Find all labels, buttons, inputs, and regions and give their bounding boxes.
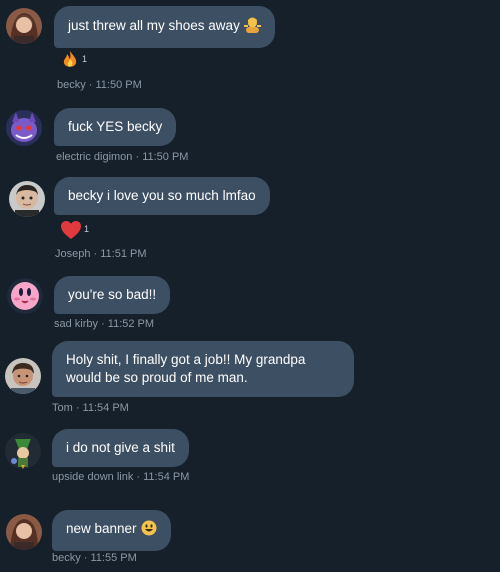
red-heart-icon	[60, 220, 82, 245]
message-text: new banner	[66, 521, 137, 536]
message-text: fuck YES becky	[68, 119, 163, 134]
message-bubble[interactable]: you're so bad!!	[54, 276, 171, 314]
message-meta: sad kirby · 11:52 PM	[54, 318, 155, 330]
message-meta: becky · 11:50 PM	[57, 79, 142, 91]
avatar[interactable]	[6, 110, 42, 146]
message-text: just threw all my shoes away	[68, 18, 240, 33]
reaction[interactable]: 1	[60, 50, 87, 75]
reaction-count: 1	[84, 224, 90, 234]
grinning-face-icon	[141, 520, 157, 541]
message-bubble[interactable]: becky i love you so much lmfao	[54, 177, 270, 215]
message-bubble[interactable]: i do not give a shit	[52, 429, 189, 467]
message-bubble[interactable]: Holy shit, I finally got a job!! My gran…	[52, 341, 354, 397]
message-bubble[interactable]: fuck YES becky	[54, 108, 177, 146]
fire-icon	[60, 50, 80, 75]
message-meta: upside down link · 11:54 PM	[52, 471, 190, 483]
message-bubble[interactable]: just threw all my shoes away	[54, 6, 275, 48]
message-meta: Joseph · 11:51 PM	[55, 248, 147, 260]
message-bubble[interactable]: new banner	[52, 510, 171, 551]
avatar[interactable]	[9, 181, 45, 217]
avatar[interactable]	[5, 358, 41, 394]
message-meta: becky · 11:55 PM	[52, 552, 137, 564]
reaction[interactable]: 1	[60, 220, 89, 245]
person-shrugging-icon	[243, 16, 261, 38]
message-meta: electric digimon · 11:50 PM	[56, 151, 189, 163]
reaction-count: 1	[82, 54, 88, 64]
avatar[interactable]	[7, 278, 43, 314]
message-text: i do not give a shit	[66, 440, 175, 455]
message-text: you're so bad!!	[68, 287, 157, 302]
avatar[interactable]	[6, 8, 42, 44]
avatar[interactable]	[6, 514, 42, 550]
avatar[interactable]	[5, 433, 41, 469]
message-text: Holy shit, I finally got a job!! My gran…	[66, 352, 306, 385]
message-meta: Tom · 11:54 PM	[52, 402, 129, 414]
message-text: becky i love you so much lmfao	[68, 188, 256, 203]
